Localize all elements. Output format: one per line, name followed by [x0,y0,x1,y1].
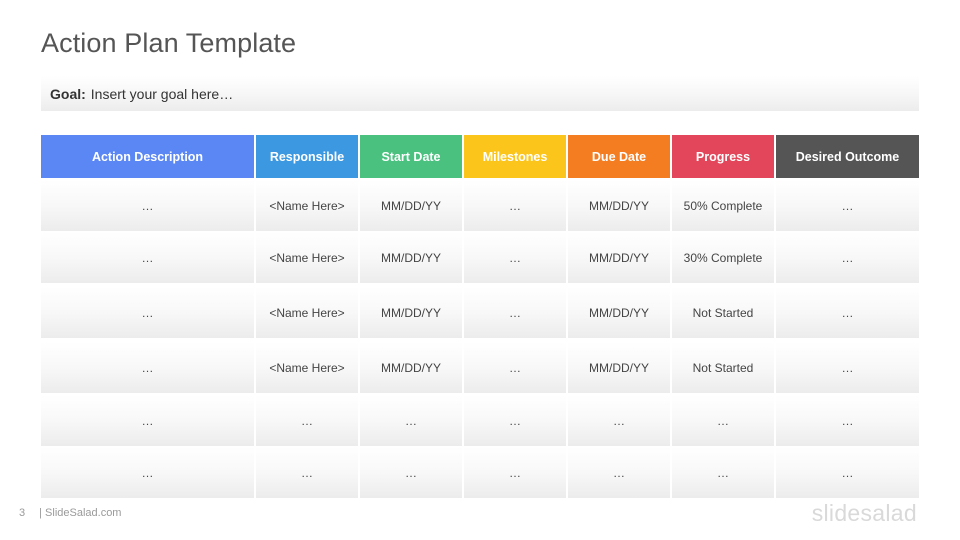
table-cell: … [360,395,464,446]
table-cell: … [41,395,256,446]
page-number: 3 [19,507,26,519]
header-action-description: Action Description [41,135,256,178]
table-row: … <Name Here> MM/DD/YY… MM/DD/YY Not Started… [41,342,919,393]
table-cell: MM/DD/YY [360,287,464,338]
table-cell: … [256,395,360,446]
goal-label: Goal: [50,85,86,102]
table-cell: Not Started [672,287,776,338]
header-progress: Progress [672,135,776,178]
table-cell: … [464,287,568,338]
table-cell: … [776,287,919,338]
header-desired-outcome: Desired Outcome [776,135,919,178]
table-cell: MM/DD/YY [568,232,672,283]
table-cell: … [256,447,360,498]
table-row: … <Name Here> MM/DD/YY… MM/DD/YY 30% Complet… [41,232,919,283]
table-cell: … [568,447,672,498]
table-cell: … [568,395,672,446]
goal-bar: Goal: Insert your goal here… [41,76,919,111]
table-cell: … [464,180,568,231]
table-row: ………………… [41,447,919,498]
table-cell: <Name Here> [256,287,360,338]
header-due-date: Due Date [568,135,672,178]
table-cell: <Name Here> [256,180,360,231]
table-cell: … [776,447,919,498]
table-cell: <Name Here> [256,342,360,393]
goal-text: Insert your goal here… [90,85,234,102]
table-cell: … [464,342,568,393]
table-cell: 50% Complete [672,180,776,231]
table-cell: MM/DD/YY [568,180,672,231]
table-cell: … [776,180,919,231]
table-cell: … [464,447,568,498]
table-cell: … [360,447,464,498]
slide-title: Action Plan Template [41,28,297,58]
table-cell: MM/DD/YY [568,287,672,338]
table-cell: … [41,287,256,338]
table-cell: MM/DD/YY [568,342,672,393]
header-responsible: Responsible [256,135,360,178]
table-row: … <Name Here> MM/DD/YY… MM/DD/YY 50% Complet… [41,180,919,231]
footer-brand: | SlideSalad.com [39,507,122,519]
table-cell: … [464,232,568,283]
table-cell: … [776,395,919,446]
table-cell: MM/DD/YY [360,180,464,231]
table-cell: … [776,232,919,283]
table-row: ………………… [41,395,919,446]
table-cell: … [41,180,256,231]
table-cell: Not Started [672,342,776,393]
table-cell: MM/DD/YY [360,342,464,393]
table-cell: 30% Complete [672,232,776,283]
table-cell: … [41,232,256,283]
slidesalad-logo: slidesalad [811,500,917,526]
slide: Action Plan Template Goal: Insert your g… [0,0,960,540]
footer: 3 | SlideSalad.com [19,507,121,519]
table-cell: … [41,447,256,498]
action-plan-table: Action Description Responsible Start Dat… [41,135,919,498]
table-cell: … [672,395,776,446]
table-header-row: Action Description Responsible Start Dat… [41,135,919,178]
header-milestones: Milestones [464,135,568,178]
table-row: … <Name Here> MM/DD/YY… MM/DD/YY Not Started… [41,287,919,338]
table-cell: <Name Here> [256,232,360,283]
table-cell: … [672,447,776,498]
table-cell: MM/DD/YY [360,232,464,283]
header-start-date: Start Date [360,135,464,178]
table-cell: … [464,395,568,446]
table-cell: … [41,342,256,393]
table-cell: … [776,342,919,393]
